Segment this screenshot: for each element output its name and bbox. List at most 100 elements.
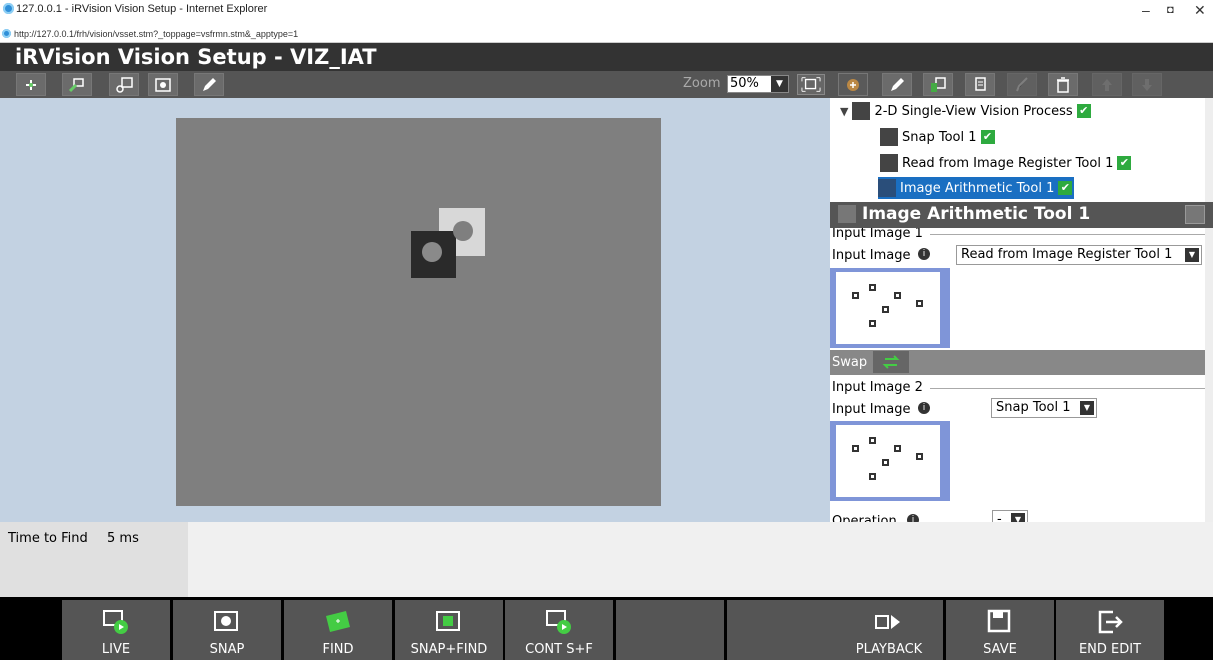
- tree-item-snap-tool[interactable]: Snap Tool 1 ✔: [880, 126, 995, 148]
- group-title-input2: Input Image 2: [832, 380, 923, 395]
- save-button[interactable]: SAVE: [946, 600, 1054, 660]
- property-header: Image Arithmetic Tool 1: [830, 202, 1213, 228]
- pencil-icon[interactable]: [194, 73, 224, 96]
- input2-label: Input Image: [832, 402, 911, 417]
- fit-to-window-button[interactable]: [797, 74, 825, 95]
- tree-item-label: Snap Tool 1: [902, 129, 977, 145]
- tree-item-vision-process[interactable]: ▼ 2-D Single-View Vision Process ✔: [840, 100, 1091, 122]
- operation-select[interactable]: - ▼: [992, 510, 1028, 522]
- button-label: LIVE: [101, 642, 131, 657]
- zoom-value: 50%: [730, 76, 759, 91]
- save-icon: [987, 609, 1011, 633]
- info-icon[interactable]: i: [918, 248, 930, 260]
- find-button[interactable]: FIND: [284, 600, 392, 660]
- status-area: Time to Find 5 ms: [0, 522, 1213, 597]
- operation-value: -: [997, 512, 1002, 522]
- tree-item-label: Read from Image Register Tool 1: [902, 155, 1114, 171]
- input2-value: Snap Tool 1: [996, 400, 1071, 415]
- empty-button: [727, 600, 835, 660]
- button-label: FIND: [322, 642, 354, 657]
- delete-icon[interactable]: [1048, 73, 1078, 96]
- button-label: END EDIT: [1078, 642, 1142, 657]
- tree-scrollbar[interactable]: [1205, 98, 1213, 202]
- camera-image[interactable]: [176, 118, 661, 506]
- input1-value: Read from Image Register Tool 1: [961, 247, 1173, 262]
- image-arithmetic-icon: [838, 205, 856, 223]
- vision-process-tree: ▼ 2-D Single-View Vision Process ✔ Snap …: [830, 98, 1213, 202]
- swap-button[interactable]: [873, 351, 909, 373]
- crosshair-icon[interactable]: [16, 73, 46, 96]
- tree-item-image-arithmetic[interactable]: Image Arithmetic Tool 1 ✔: [878, 177, 1075, 199]
- playback-icon: [875, 615, 900, 629]
- swap-icon: [882, 355, 900, 369]
- chevron-down-icon: ▼: [1185, 248, 1199, 262]
- tree-item-read-image-register[interactable]: Read from Image Register Tool 1 ✔: [880, 152, 1132, 174]
- add-tool-icon[interactable]: [838, 73, 868, 96]
- button-label: CONT S+F: [525, 642, 593, 657]
- snap-icon: [214, 611, 238, 631]
- chevron-down-icon: ▼: [771, 76, 788, 92]
- menu-icon[interactable]: [1185, 205, 1205, 224]
- image-toolbar: Zoom 50% ▼: [0, 71, 830, 98]
- page-title: iRVision Vision Setup - VIZ_IAT: [15, 45, 377, 69]
- info-icon[interactable]: i: [907, 514, 919, 522]
- input2-select[interactable]: Snap Tool 1 ▼: [991, 398, 1097, 418]
- check-icon: ✔: [1076, 104, 1091, 118]
- snap-image-icon[interactable]: [148, 73, 178, 96]
- minimize-button[interactable]: –: [1142, 2, 1150, 18]
- button-label: PLAYBACK: [855, 642, 923, 657]
- save-image-icon[interactable]: [109, 73, 139, 96]
- address-url: http://127.0.0.1/frh/vision/vsset.stm?_t…: [14, 29, 299, 39]
- property-panel: Input Image 1 Input Image i Read from Im…: [830, 228, 1213, 522]
- cont-snap-find-icon: [546, 610, 571, 634]
- live-button[interactable]: LIVE: [62, 600, 170, 660]
- image-viewer[interactable]: [0, 98, 830, 522]
- playback-button[interactable]: PLAYBACK: [835, 600, 943, 660]
- find-icon: [326, 611, 350, 632]
- rename-tool-icon[interactable]: [1007, 73, 1037, 96]
- snap-find-icon: [436, 611, 460, 631]
- button-label: SAVE: [983, 642, 1017, 657]
- image-arithmetic-icon: [878, 179, 896, 197]
- snap-find-button[interactable]: SNAP+FIND: [395, 600, 503, 660]
- button-label: SNAP: [209, 642, 245, 657]
- browser-title: 127.0.0.1 - iRVision Vision Setup - Inte…: [16, 3, 268, 15]
- tree-item-label: 2-D Single-View Vision Process: [874, 103, 1073, 119]
- group-title-input1: Input Image 1: [832, 228, 923, 241]
- copy-tool-icon[interactable]: [923, 73, 953, 96]
- app-title-bar: iRVision Vision Setup - VIZ_IAT: [0, 43, 1213, 71]
- zoom-select[interactable]: 50% ▼: [727, 75, 789, 93]
- vision-process-icon: [852, 102, 871, 120]
- input2-thumbnail: [830, 421, 950, 501]
- swap-label: Swap: [832, 355, 868, 370]
- bottom-button-bar: LIVE SNAP FIND SNAP+FIND CONT S+F PLAYBA…: [0, 597, 1213, 660]
- input1-thumbnail: [830, 268, 950, 348]
- move-up-icon[interactable]: [1092, 73, 1122, 96]
- snap-button[interactable]: SNAP: [173, 600, 281, 660]
- image-register-icon: [880, 154, 898, 172]
- arithmetic-result-image: [411, 208, 485, 278]
- exit-icon: [1098, 610, 1123, 634]
- divider: [930, 388, 1205, 389]
- move-down-icon[interactable]: [1132, 73, 1162, 96]
- tree-item-label: Image Arithmetic Tool 1: [900, 180, 1055, 196]
- camera-teach-icon[interactable]: [62, 73, 92, 96]
- collapse-icon[interactable]: ▼: [840, 105, 848, 118]
- property-scrollbar[interactable]: [1205, 228, 1213, 522]
- maximize-button[interactable]: ◘: [1167, 4, 1174, 16]
- time-to-find-label: Time to Find: [8, 531, 88, 546]
- button-label: SNAP+FIND: [410, 642, 488, 657]
- cont-snap-find-button[interactable]: CONT S+F: [505, 600, 613, 660]
- input1-select[interactable]: Read from Image Register Tool 1 ▼: [956, 245, 1202, 265]
- close-button[interactable]: ✕: [1194, 2, 1206, 19]
- divider: [930, 234, 1205, 235]
- info-icon[interactable]: i: [918, 402, 930, 414]
- address-bar[interactable]: http://127.0.0.1/frh/vision/vsset.stm?_t…: [0, 27, 1213, 43]
- ie-logo-icon: [3, 3, 14, 14]
- tree-toolbar: [830, 71, 1213, 98]
- check-icon: ✔: [1117, 156, 1132, 170]
- edit-tool-icon[interactable]: [882, 73, 912, 96]
- property-title: Image Arithmetic Tool 1: [862, 204, 1091, 224]
- paste-tool-icon[interactable]: [965, 73, 995, 96]
- end-edit-button[interactable]: END EDIT: [1056, 600, 1164, 660]
